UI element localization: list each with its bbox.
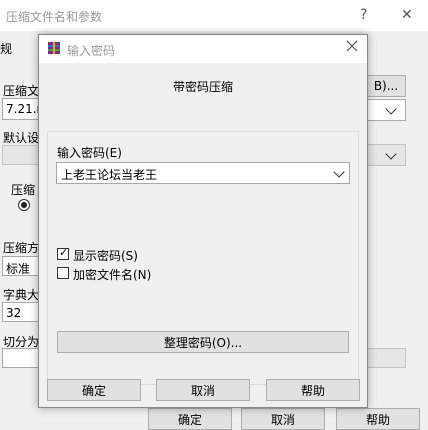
password-dialog: 输入密码 带密码压缩 输入密码(E) 上老王论坛当老王 ✓ 显示密码(S) 加密… — [38, 34, 368, 408]
chevron-down-icon — [385, 103, 397, 115]
show-password-checkbox[interactable]: ✓ — [57, 246, 69, 260]
checkmark-icon: ✓ — [59, 246, 69, 259]
browse-button[interactable]: B)... — [366, 75, 406, 97]
encrypt-filenames-label: 加密文件名(N) — [73, 268, 152, 282]
close-icon[interactable]: ✕ — [401, 7, 413, 23]
dialog-title: 输入密码 — [67, 44, 116, 58]
compression-method-label: 压缩方 — [3, 241, 40, 255]
chevron-down-icon — [385, 148, 397, 160]
profile-label: 默认设 — [3, 131, 40, 145]
dialog-close-icon[interactable] — [345, 38, 359, 57]
radio-dot-icon — [21, 202, 27, 208]
dictionary-size-value: 32 — [6, 306, 22, 320]
help-icon[interactable]: ? — [360, 7, 367, 23]
archive-name-dropdown[interactable] — [366, 99, 406, 121]
profile-field[interactable] — [2, 145, 40, 165]
background-window-title: 压缩文件名和参数 — [6, 10, 103, 24]
background-ok-button[interactable]: 确定 — [148, 408, 232, 430]
split-volume-unit-field[interactable] — [366, 348, 406, 368]
compression-method-field[interactable]: 标准 — [2, 256, 40, 276]
tab-general-label: 规 — [0, 42, 13, 56]
archive-name-label: 压缩文 — [3, 84, 40, 98]
dictionary-size-label: 字典大 — [3, 288, 40, 302]
password-label: 输入密码(E) — [57, 146, 122, 160]
archive-format-label: 压缩 — [11, 183, 36, 197]
tab-general[interactable]: 规 — [0, 40, 38, 62]
background-help-button[interactable]: 帮助 — [336, 408, 420, 430]
encrypt-filenames-checkbox[interactable] — [57, 267, 69, 279]
chevron-down-icon — [333, 166, 345, 178]
password-input[interactable]: 上老王论坛当老王 — [56, 162, 350, 184]
dictionary-size-field[interactable]: 32 — [2, 302, 40, 322]
organize-passwords-button[interactable]: 整理密码(O)... — [57, 331, 349, 353]
archive-name-field[interactable]: 7.21.ra — [2, 98, 49, 120]
background-cancel-button[interactable]: 取消 — [241, 408, 325, 430]
dialog-heading: 带密码压缩 — [172, 80, 233, 94]
split-volume-field[interactable] — [2, 348, 40, 368]
format-radio[interactable] — [18, 199, 30, 211]
cancel-button[interactable]: 取消 — [156, 379, 250, 401]
password-value: 上老王论坛当老王 — [61, 168, 158, 182]
profile-dropdown[interactable] — [366, 144, 406, 166]
ok-button[interactable]: 确定 — [47, 379, 141, 401]
show-password-label: 显示密码(S) — [73, 249, 138, 263]
compression-method-value: 标准 — [6, 262, 31, 276]
winrar-icon — [47, 41, 61, 55]
help-button[interactable]: 帮助 — [266, 379, 360, 401]
